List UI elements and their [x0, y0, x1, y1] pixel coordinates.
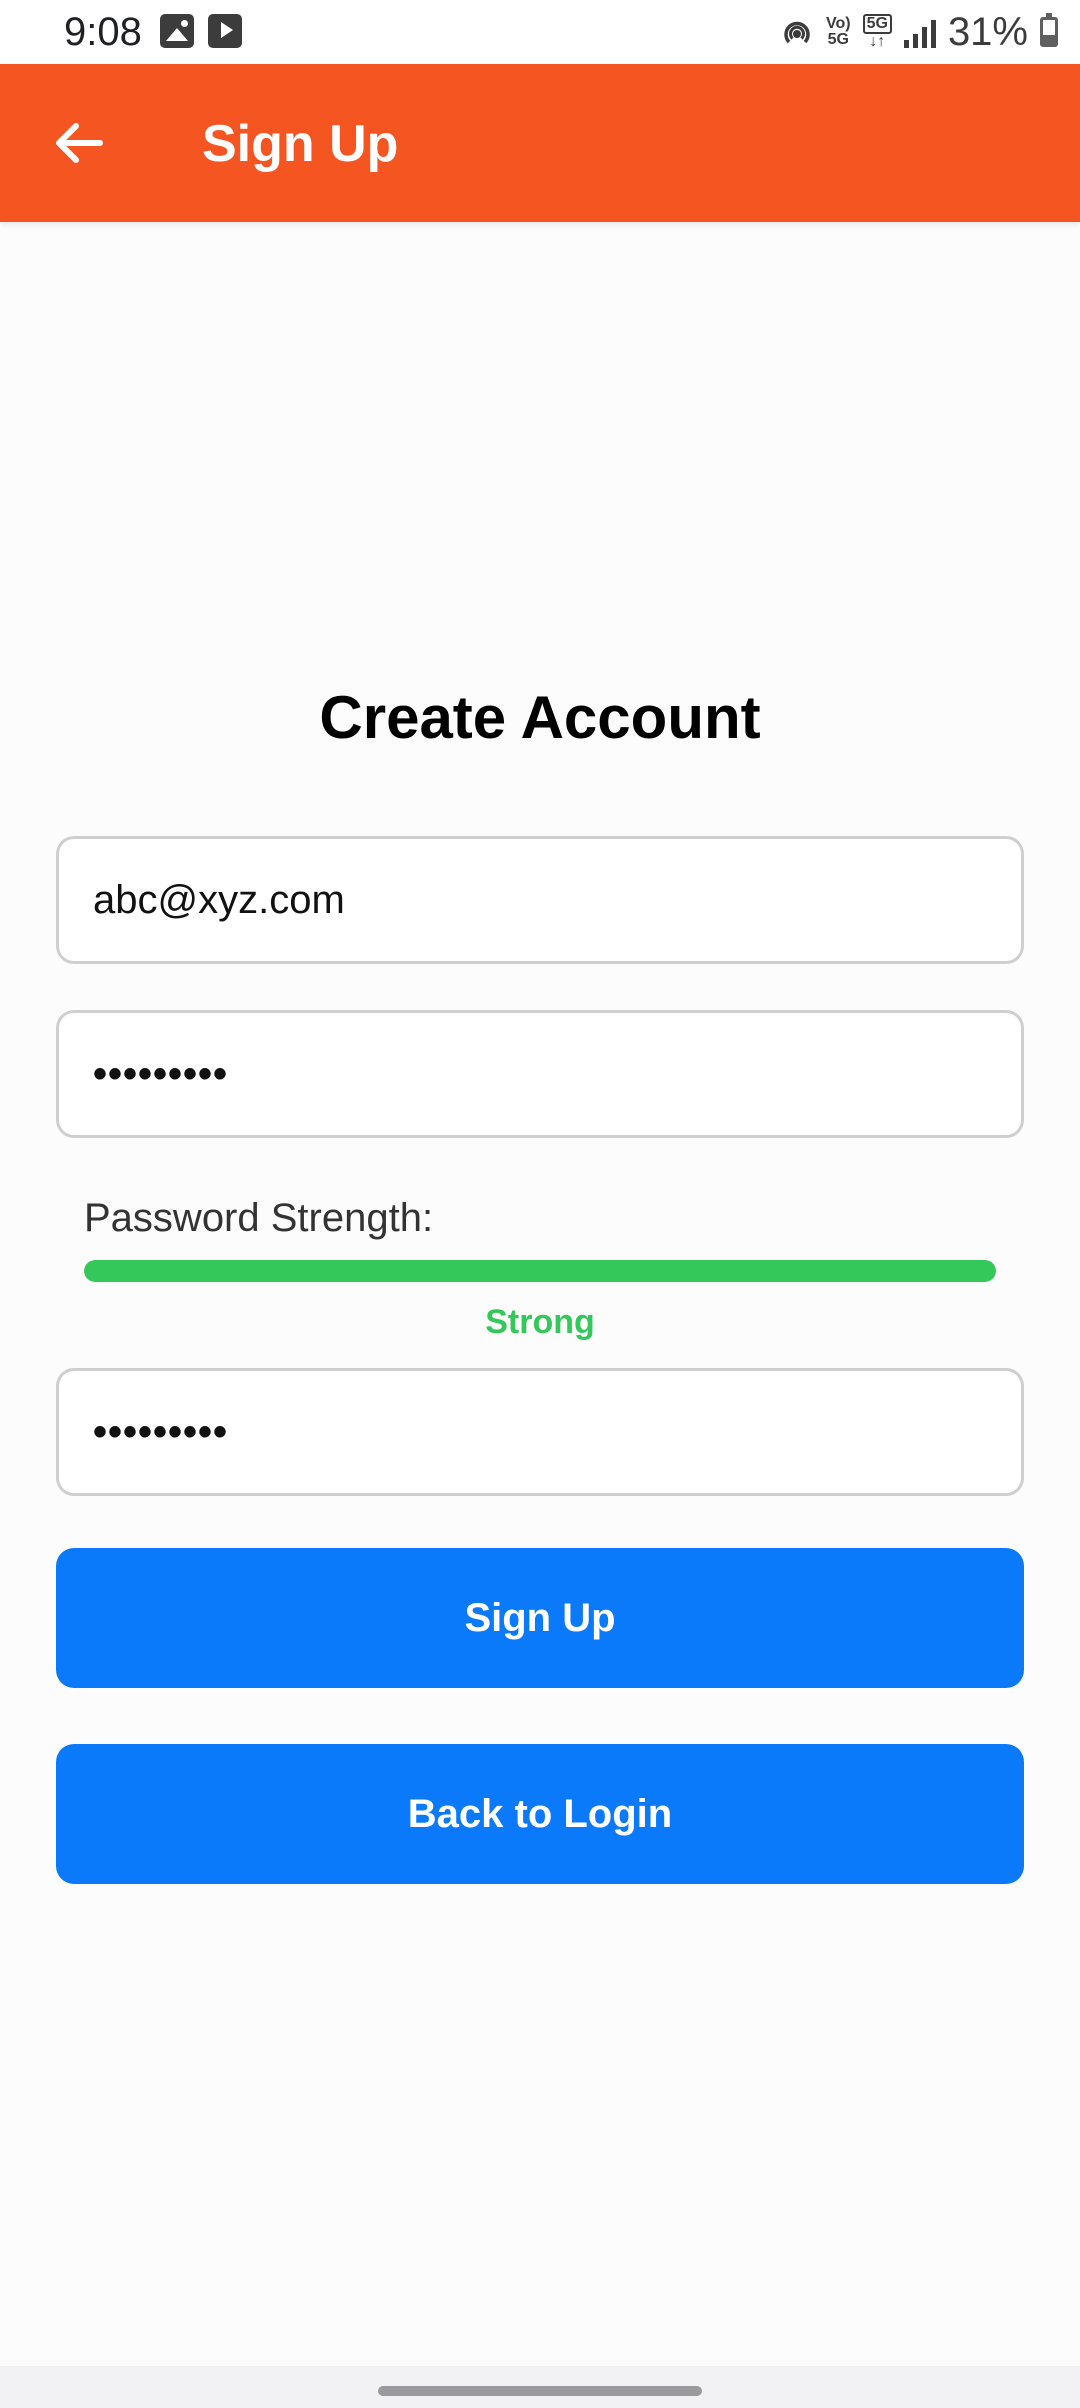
notification-icons	[160, 14, 242, 48]
battery-percent: 31%	[947, 10, 1028, 54]
status-indicators: Vo) 5G 5G ↓↑ 31%	[780, 8, 1058, 56]
back-to-login-button[interactable]: Back to Login	[56, 1744, 1024, 1884]
signup-button[interactable]: Sign Up	[56, 1548, 1024, 1688]
status-bar: 9:08 Vo) 5G 5G ↓↑ 31%	[0, 0, 1080, 64]
home-gesture-handle[interactable]	[378, 2386, 702, 2396]
password-strength-fill	[84, 1260, 996, 1282]
5g-data-icon: 5G ↓↑	[862, 14, 892, 50]
battery-icon	[1040, 13, 1058, 47]
password-field[interactable]: •••••••••	[56, 1010, 1024, 1138]
image-icon	[160, 14, 194, 48]
password-value: •••••••••	[93, 1051, 229, 1096]
data-5g-label: 5G	[862, 14, 892, 34]
video-icon	[208, 14, 242, 48]
password-strength-bar	[84, 1260, 996, 1282]
email-value: abc@xyz.com	[93, 877, 345, 922]
status-time: 9:08	[64, 10, 142, 54]
app-bar: Sign Up	[0, 64, 1080, 222]
navigation-bar	[0, 2366, 1080, 2408]
arrow-left-icon	[56, 123, 103, 163]
password-strength-text: Strong	[485, 1303, 595, 1341]
app-bar-title: Sign Up	[202, 115, 399, 173]
page-title: Create Account	[319, 684, 761, 751]
confirm-password-field[interactable]: •••••••••	[56, 1368, 1024, 1496]
volte-5g-label: 5G	[827, 31, 849, 48]
confirm-password-value: •••••••••	[93, 1409, 229, 1454]
email-field[interactable]: abc@xyz.com	[56, 836, 1024, 964]
hotspot-icon	[784, 21, 810, 44]
back-button[interactable]	[40, 104, 118, 182]
data-arrows-label: ↓↑	[869, 33, 886, 50]
volte-label: Vo)	[826, 15, 851, 32]
volte-icon: Vo) 5G	[826, 16, 851, 48]
password-strength-label: Password Strength:	[84, 1196, 434, 1240]
signal-icon	[903, 16, 936, 48]
